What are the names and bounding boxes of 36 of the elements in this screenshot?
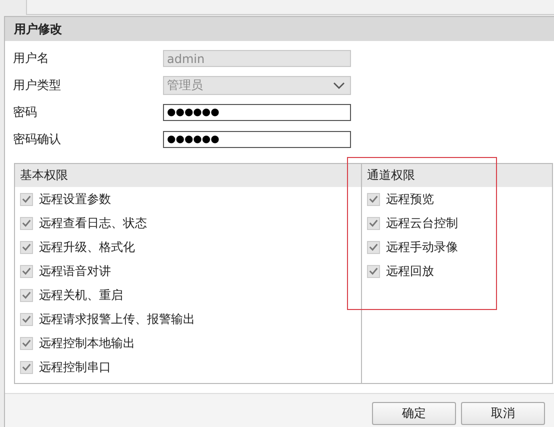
dialog-button[interactable]: 确定 <box>372 402 456 425</box>
checkbox-label: 远程查看日志、状态 <box>39 214 147 232</box>
checkbox-label: 远程控制本地输出 <box>39 334 135 352</box>
checkbox[interactable] <box>20 288 33 302</box>
checkbox-label: 远程回放 <box>386 262 434 280</box>
checkbox-label: 远程设置参数 <box>39 190 111 208</box>
checkbox[interactable] <box>367 264 380 278</box>
field-label: 用户类型 <box>13 77 62 94</box>
checkbox[interactable] <box>20 240 33 254</box>
checkbox-label: 远程手动录像 <box>386 238 458 256</box>
checkbox[interactable] <box>20 312 33 326</box>
section-title: 通道权限 <box>367 167 415 184</box>
checkbox-label: 远程升级、格式化 <box>39 238 135 256</box>
checkbox[interactable] <box>367 240 380 254</box>
checkbox[interactable] <box>20 264 33 278</box>
checkbox-label: 远程预览 <box>386 190 434 208</box>
checkbox-label: 远程语音对讲 <box>39 262 111 280</box>
field-label: 密码确认 <box>13 131 62 148</box>
field-label: 用户名 <box>13 50 50 67</box>
checkbox[interactable] <box>20 216 33 230</box>
dialog-title: 用户修改 <box>14 20 62 38</box>
checkbox[interactable] <box>20 192 33 206</box>
checkbox[interactable] <box>20 360 33 374</box>
checkbox[interactable] <box>367 216 380 230</box>
section-title: 基本权限 <box>20 167 68 184</box>
password-field[interactable]: ●●●●●● <box>163 131 351 148</box>
field-label: 密码 <box>13 104 38 121</box>
caret-icon <box>333 82 345 90</box>
checkbox-label: 远程请求报警上传、报警输出 <box>39 310 195 328</box>
password-field[interactable]: ●●●●●● <box>163 104 351 121</box>
checkbox[interactable] <box>20 336 33 350</box>
dialog-button[interactable]: 取消 <box>461 402 545 425</box>
checkbox-label: 远程控制串口 <box>39 358 111 376</box>
checkbox[interactable] <box>367 192 380 206</box>
checkbox-label: 远程关机、重启 <box>39 286 123 304</box>
checkbox-label: 远程云台控制 <box>386 214 458 232</box>
